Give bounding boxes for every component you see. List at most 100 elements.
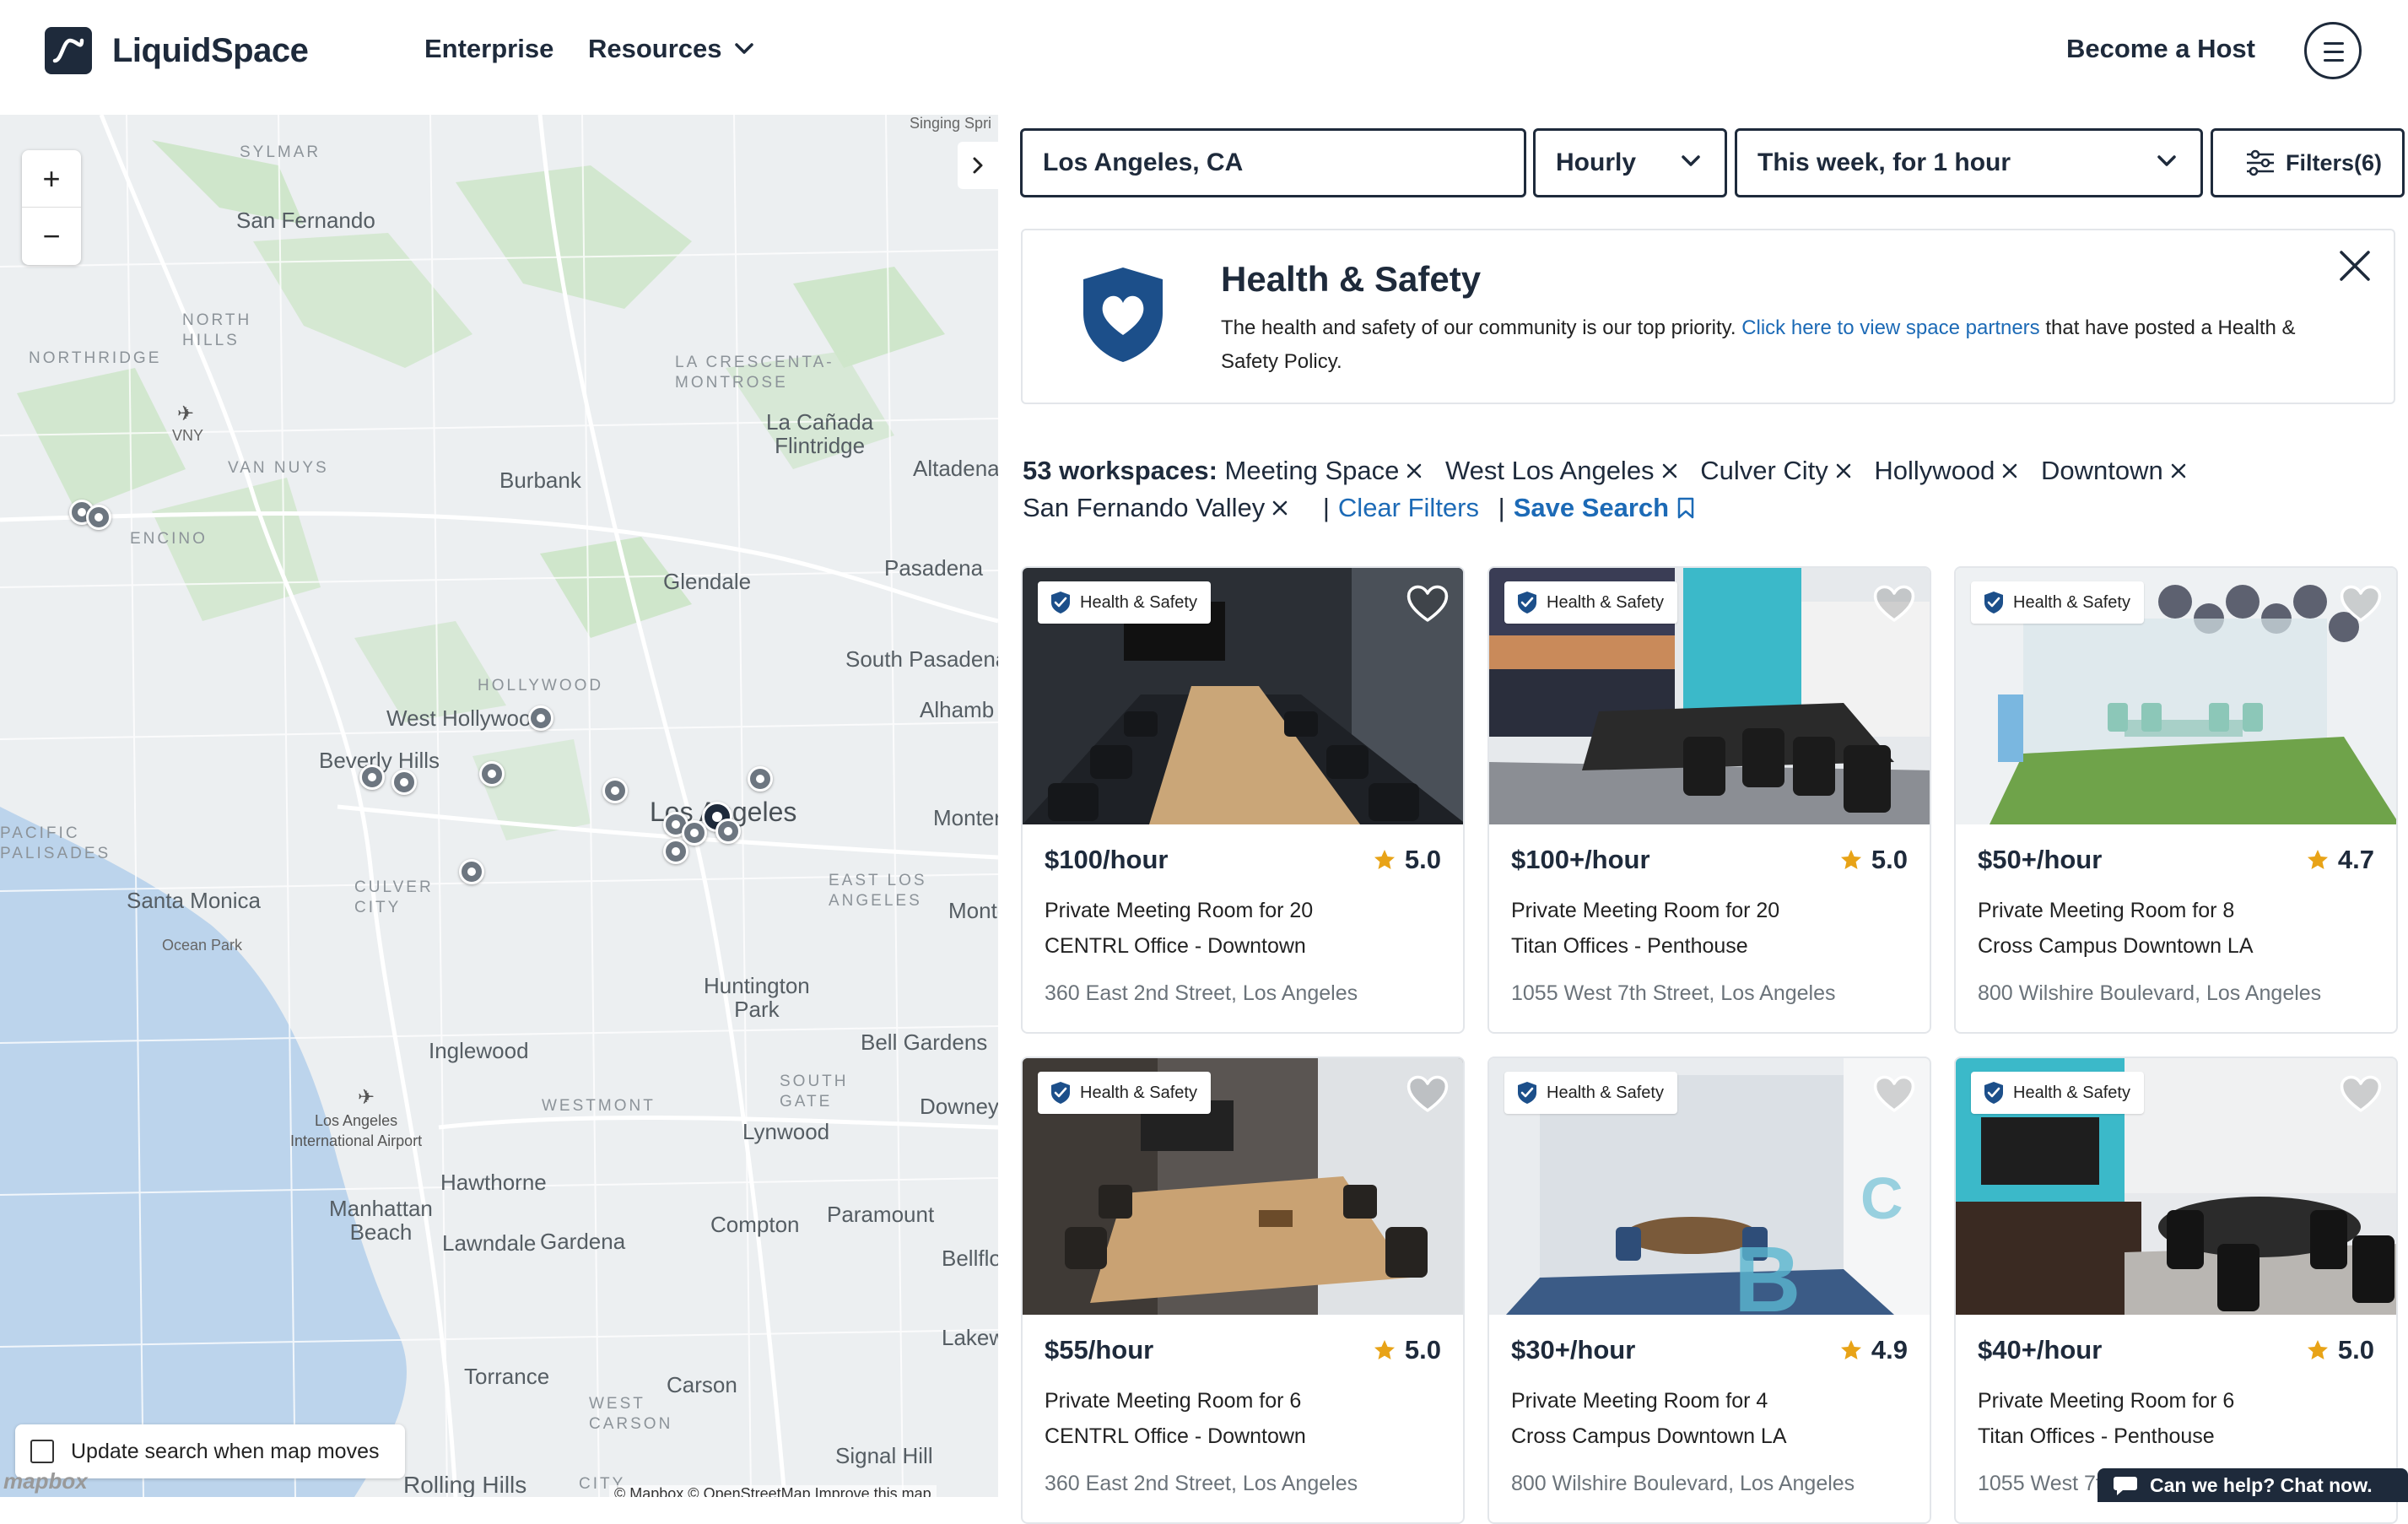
liquidspace-logo[interactable]: LiquidSpace	[45, 27, 309, 74]
become-host-link[interactable]: Become a Host	[2066, 34, 2255, 64]
listing-price: $100/hour	[1045, 845, 1169, 874]
heart-icon[interactable]	[1406, 583, 1450, 624]
shield-check-icon	[1518, 592, 1536, 613]
space-partners-link[interactable]: Click here to view space partners	[1741, 316, 2039, 339]
clear-filters-link[interactable]: Clear Filters	[1338, 493, 1479, 522]
listing-photo[interactable]: Health & Safety	[1023, 568, 1463, 824]
map-pin[interactable]	[528, 705, 553, 731]
heart-icon[interactable]	[2339, 1073, 2383, 1114]
map-pin[interactable]	[359, 765, 385, 790]
update-search-checkbox[interactable]	[30, 1440, 54, 1463]
listing-card[interactable]: Health & Safety $100+/hour 5.0 Private M…	[1487, 566, 1931, 1034]
map-panel[interactable]: SYLMAR San Fernando NORTH HILLS NORTHRID…	[0, 115, 998, 1497]
nav-enterprise[interactable]: Enterprise	[424, 34, 553, 64]
date-select[interactable]: This week, for 1 hour	[1735, 128, 2203, 197]
close-icon[interactable]	[2336, 247, 2373, 284]
listing-title[interactable]: Private Meeting Room for 20	[1511, 899, 1779, 923]
filter-chip[interactable]: Meeting Space	[1225, 452, 1423, 489]
badge-label: Health & Safety	[1080, 1083, 1197, 1102]
remove-chip-icon[interactable]	[1406, 462, 1423, 479]
listing-card[interactable]: Health & Safety $50+/hour 4.7 Private Me…	[1954, 566, 2398, 1034]
listing-title[interactable]: Private Meeting Room for 20	[1045, 899, 1313, 923]
listing-price: $40+/hour	[1978, 1335, 2103, 1365]
collapse-map-button[interactable]	[958, 142, 998, 189]
listing-card[interactable]: B C Health & Safety $30+/hour 4.9 Privat…	[1487, 1057, 1931, 1524]
airport-icon: ✈	[177, 403, 195, 425]
filters-button[interactable]: Filters(6)	[2211, 128, 2405, 197]
remove-chip-icon[interactable]	[2001, 462, 2018, 479]
listing-card[interactable]: Health & Safety $55/hour 5.0 Private Mee…	[1021, 1057, 1465, 1524]
listing-rating: 5.0	[1373, 845, 1441, 875]
zoom-in-button[interactable]: +	[22, 150, 81, 208]
listing-photo[interactable]: Health & Safety	[1956, 1058, 2396, 1315]
shield-check-icon	[1051, 1082, 1070, 1104]
shield-check-icon	[1051, 592, 1070, 613]
map-attribution[interactable]: © Mapbox © OpenStreetMap Improve this ma…	[609, 1485, 937, 1497]
map-label: Los Angeles International Airport	[290, 1112, 423, 1149]
listing-card[interactable]: Health & Safety $40+/hour 5.0 Private Me…	[1954, 1057, 2398, 1524]
map-label: Downey	[920, 1094, 998, 1119]
location-input[interactable]: Los Angeles, CA	[1020, 128, 1526, 197]
sliders-icon	[2247, 149, 2274, 176]
map-label: Paramount	[827, 1202, 935, 1227]
map-pin[interactable]	[682, 820, 707, 846]
svg-text:B: B	[1734, 1228, 1801, 1315]
map-label: Huntington Park	[704, 973, 810, 1022]
bookmark-icon	[1677, 497, 1693, 519]
listing-photo[interactable]: B C Health & Safety	[1489, 1058, 1930, 1315]
nav-resources[interactable]: Resources	[588, 34, 754, 64]
listing-rating: 4.7	[2306, 845, 2374, 875]
map-pin[interactable]	[459, 859, 484, 884]
map-label: Singing Spri	[910, 115, 992, 132]
mapbox-logo[interactable]: mapbox	[3, 1468, 88, 1494]
filters-label: Filters(6)	[2286, 149, 2383, 176]
save-search-link[interactable]: Save Search	[1514, 493, 1695, 522]
map-canvas	[0, 115, 998, 1497]
heart-icon[interactable]	[1872, 583, 1916, 624]
map-label: Manhattan Beach	[329, 1196, 433, 1245]
zoom-out-button[interactable]: −	[22, 208, 81, 265]
listing-address: 800 Wilshire Boulevard, Los Angeles	[1978, 981, 2322, 1005]
map-pin[interactable]	[391, 770, 417, 795]
rate-select[interactable]: Hourly	[1533, 128, 1727, 197]
map-pin[interactable]	[479, 761, 505, 786]
chat-widget-button[interactable]: Can we help? Chat now.	[2098, 1468, 2408, 1502]
heart-icon[interactable]	[1406, 1073, 1450, 1114]
filter-chip[interactable]: West Los Angeles	[1445, 452, 1678, 489]
listing-card[interactable]: Health & Safety $100/hour 5.0 Private Me…	[1021, 566, 1465, 1034]
badge-label: Health & Safety	[2013, 1083, 2130, 1102]
filter-chip[interactable]: Culver City	[1700, 452, 1852, 489]
filter-chip[interactable]: San Fernando Valley	[1023, 489, 1288, 527]
map-pin[interactable]	[663, 839, 688, 864]
filter-chip[interactable]: Downtown	[2041, 452, 2187, 489]
listing-price: $55/hour	[1045, 1335, 1154, 1365]
listing-title[interactable]: Private Meeting Room for 4	[1511, 1389, 1768, 1413]
map-label: NORTH HILLS	[182, 311, 252, 349]
remove-chip-icon[interactable]	[2170, 462, 2187, 479]
listing-photo[interactable]: Health & Safety	[1023, 1058, 1463, 1315]
remove-chip-icon[interactable]	[1661, 462, 1678, 479]
star-icon	[2307, 1340, 2328, 1359]
chip-label: Meeting Space	[1224, 456, 1400, 485]
listing-price: $30+/hour	[1511, 1335, 1636, 1365]
heart-icon[interactable]	[2339, 583, 2383, 624]
main-menu-button[interactable]	[2304, 22, 2404, 79]
map-pin[interactable]	[715, 819, 741, 844]
map-label: Ocean Park	[162, 937, 243, 954]
listing-photo[interactable]: Health & Safety	[1956, 568, 2396, 824]
health-safety-badge: Health & Safety	[1504, 1072, 1677, 1114]
map-pin[interactable]	[748, 766, 773, 792]
listing-photo[interactable]: Health & Safety	[1489, 568, 1930, 824]
remove-chip-icon[interactable]	[1835, 462, 1852, 479]
map-pin[interactable]	[86, 505, 111, 530]
listing-title[interactable]: Private Meeting Room for 6	[1978, 1389, 2234, 1413]
banner-text-before: The health and safety of our community i…	[1221, 316, 1742, 339]
star-icon	[1840, 1340, 1861, 1359]
listing-title[interactable]: Private Meeting Room for 6	[1045, 1389, 1301, 1413]
heart-icon[interactable]	[1872, 1073, 1916, 1114]
remove-chip-icon[interactable]	[1271, 500, 1288, 516]
listing-title[interactable]: Private Meeting Room for 8	[1978, 899, 2234, 923]
map-pin[interactable]	[602, 778, 628, 803]
filter-chip[interactable]: Hollywood	[1874, 452, 2018, 489]
top-header: LiquidSpace Enterprise Resources Become …	[0, 0, 2408, 115]
